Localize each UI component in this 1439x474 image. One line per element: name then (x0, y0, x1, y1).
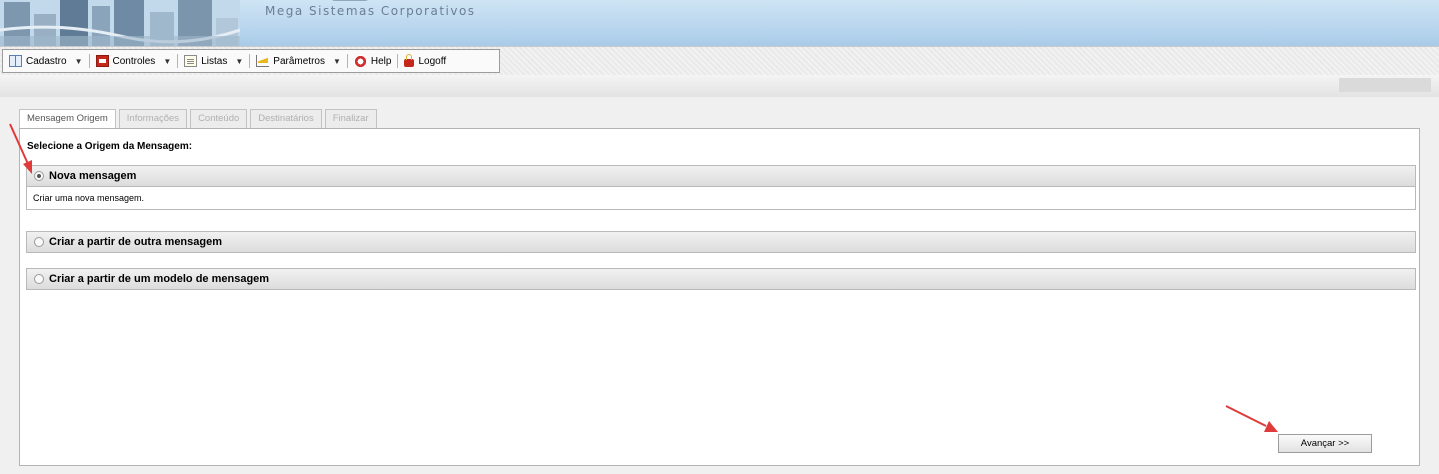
wizard-content: Selecione a Origem da Mensagem: Nova men… (19, 128, 1420, 466)
option-nova-mensagem[interactable]: Nova mensagem (26, 165, 1416, 187)
city-skyline-image (0, 0, 240, 46)
controls-icon (95, 55, 109, 67)
option-label: Nova mensagem (49, 170, 137, 182)
menu-controles-label: Controles (112, 55, 156, 67)
menu-listas[interactable]: Listas ▼ (178, 50, 249, 72)
chevron-down-icon: ▼ (332, 56, 341, 66)
toolbar-area: Cadastro ▼ Controles ▼ Listas ▼ Parâmetr… (0, 46, 1439, 76)
annotation-arrow (1225, 405, 1278, 432)
brand-subtitle: Mega Sistemas Corporativos (265, 4, 476, 18)
option-label: Criar a partir de um modelo de mensagem (49, 273, 270, 285)
list-icon (184, 55, 198, 67)
blurred-user-info (1339, 78, 1431, 92)
menu-listas-label: Listas (201, 55, 228, 67)
option-modelo-mensagem[interactable]: Criar a partir de um modelo de mensagem (26, 268, 1416, 290)
chevron-down-icon: ▼ (74, 56, 83, 66)
annotation-arrow (9, 123, 32, 174)
menu-help[interactable]: Help (348, 50, 398, 72)
menu-logoff[interactable]: Logoff (398, 50, 452, 72)
chart-icon (256, 55, 270, 67)
radio-outra-mensagem[interactable] (34, 237, 44, 247)
lifebuoy-icon (353, 54, 367, 68)
menu-cadastro[interactable]: Cadastro ▼ (3, 50, 89, 72)
radio-modelo-mensagem[interactable] (34, 274, 44, 284)
menu-help-label: Help (370, 55, 392, 67)
tab-finalizar[interactable]: Finalizar (324, 109, 377, 128)
menu-controles[interactable]: Controles ▼ (90, 50, 178, 72)
page-header-strip (0, 75, 1439, 98)
wizard-tabs: Mensagem Origem Informações Conteúdo Des… (19, 109, 380, 129)
tab-destinatarios[interactable]: Destinatários (250, 109, 322, 128)
option-outra-mensagem[interactable]: Criar a partir de outra mensagem (26, 231, 1416, 253)
chevron-down-icon: ▼ (235, 56, 244, 66)
next-button[interactable]: Avançar >> (1278, 434, 1372, 453)
chevron-down-icon: ▼ (163, 56, 172, 66)
menu-cadastro-label: Cadastro (26, 55, 67, 67)
menu-parametros[interactable]: Parâmetros ▼ (250, 50, 347, 72)
option-label: Criar a partir de outra mensagem (49, 236, 223, 248)
header-banner: Mega Sistemas Corporativos (0, 0, 1439, 46)
main-menu-toolbar: Cadastro ▼ Controles ▼ Listas ▼ Parâmetr… (2, 49, 500, 73)
option-description: Criar uma nova mensagem. (26, 187, 1416, 210)
padlock-icon (404, 54, 415, 67)
menu-parametros-label: Parâmetros (273, 55, 325, 67)
book-icon (9, 55, 22, 67)
menu-logoff-label: Logoff (418, 55, 447, 67)
tab-informacoes[interactable]: Informações (118, 109, 188, 128)
tab-conteudo[interactable]: Conteúdo (190, 109, 248, 128)
form-title: Selecione a Origem da Mensagem: (27, 141, 193, 152)
brand-logo-fragment (330, 0, 370, 1)
